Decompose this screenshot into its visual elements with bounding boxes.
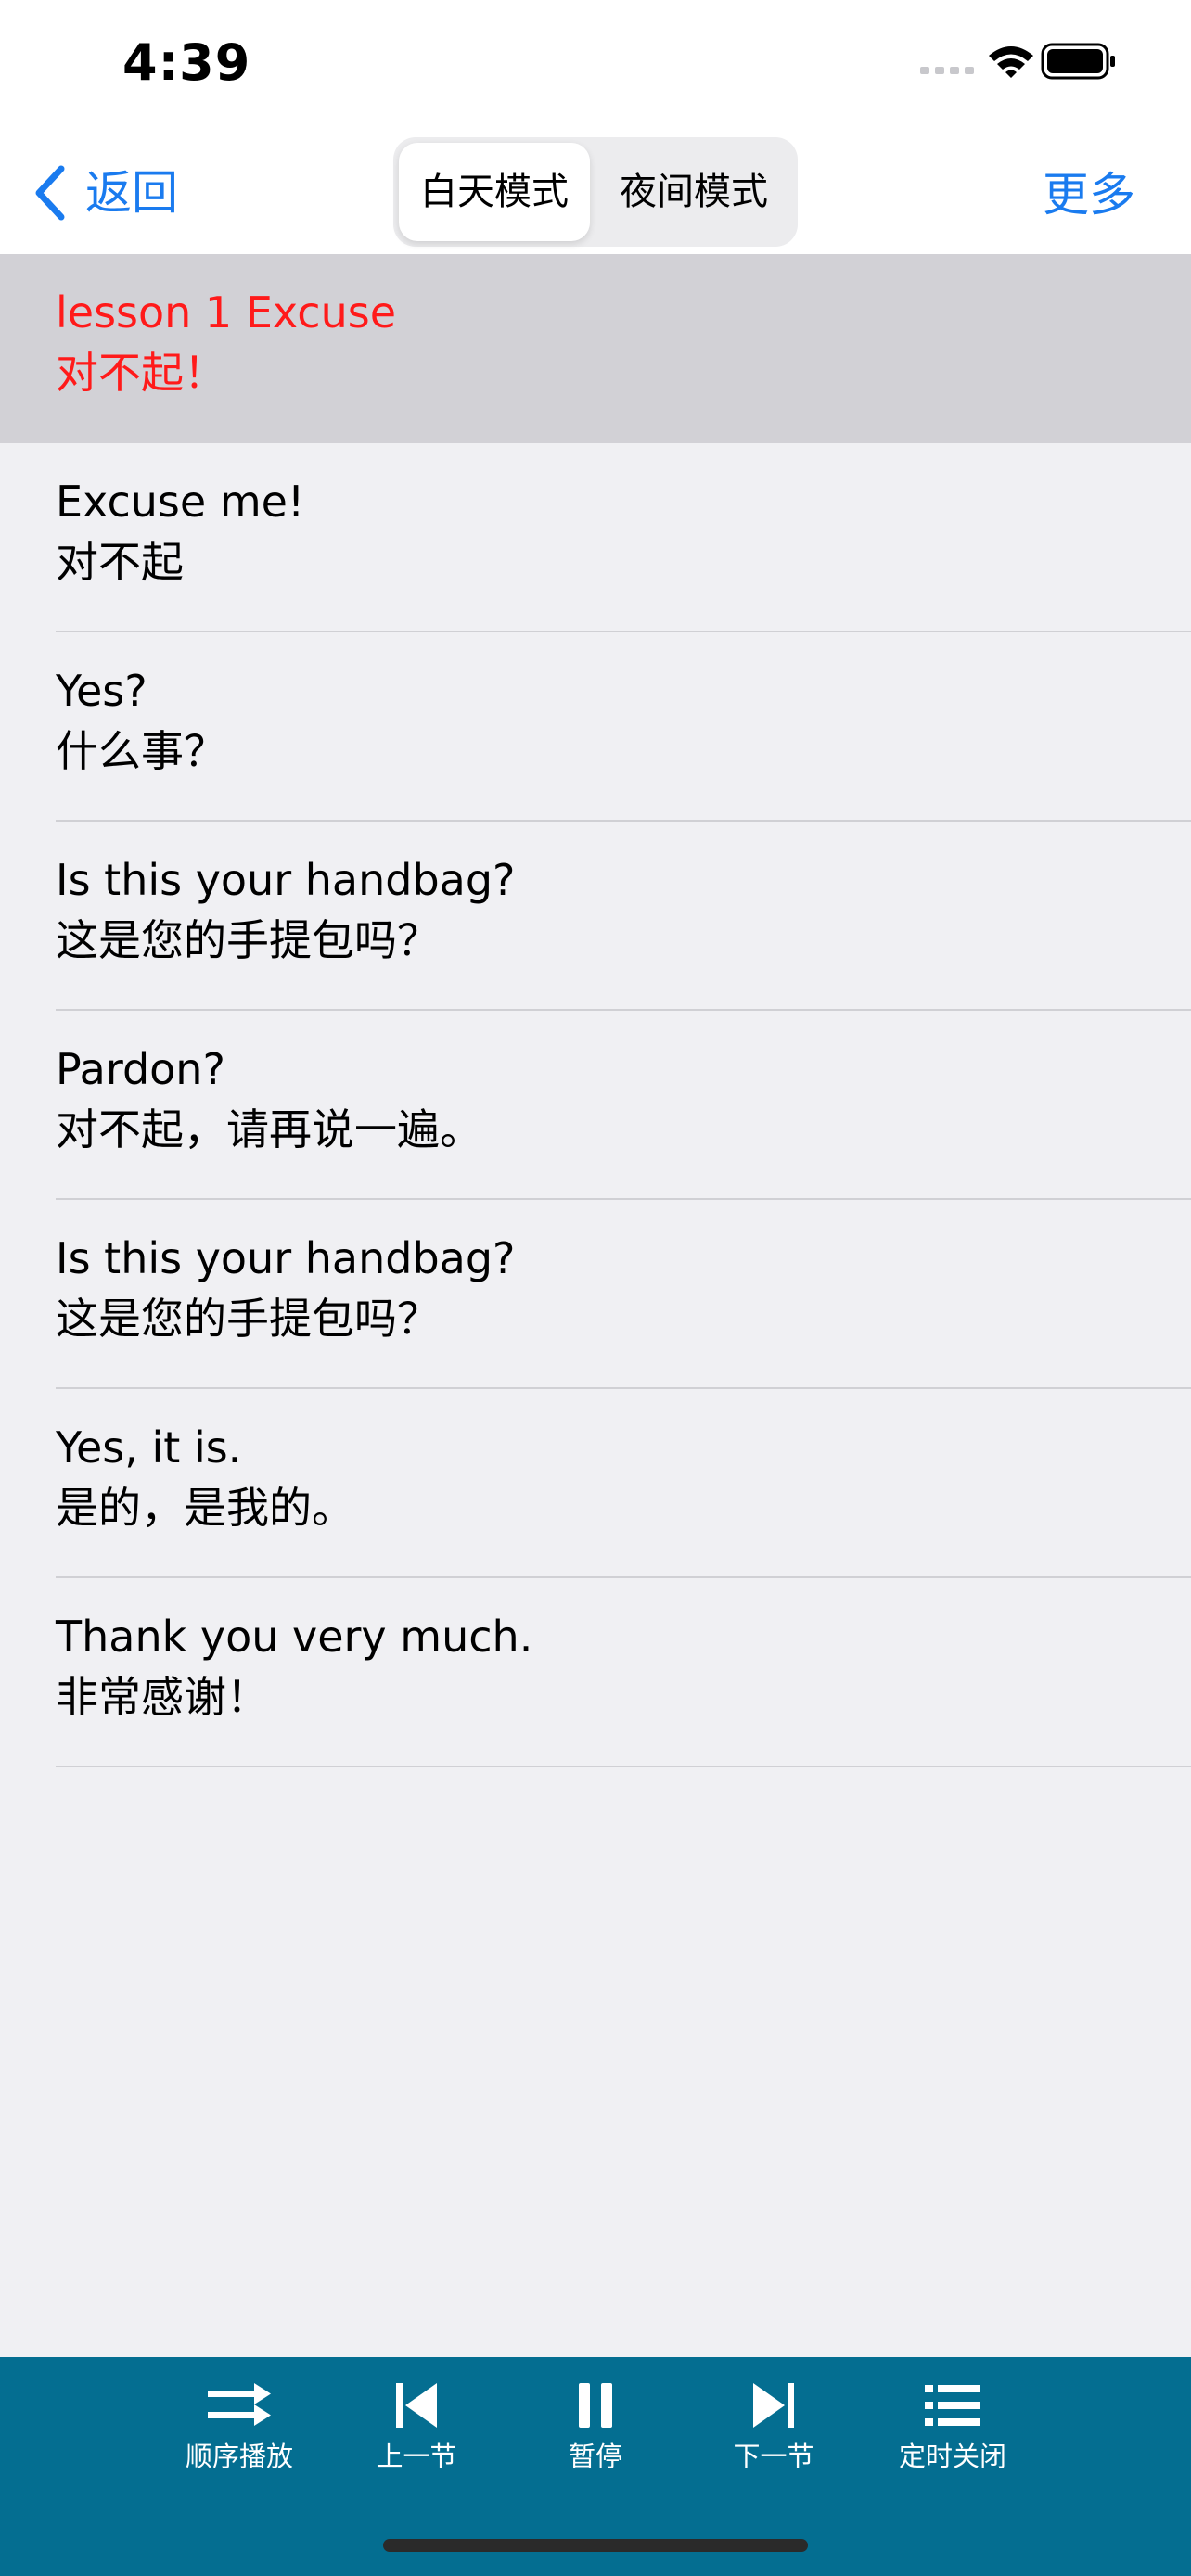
chevron-left-icon [35, 165, 65, 221]
sentence-chinese: 什么事？ [56, 726, 226, 776]
list-item[interactable]: Yes, it is. 是的，是我的。 [0, 1389, 1191, 1578]
list-item[interactable]: Excuse me! 对不起 [0, 443, 1191, 632]
list-item[interactable]: Is this your handbag? 这是您的手提包吗？ [0, 822, 1191, 1011]
sentence-chinese: 对不起 [56, 537, 184, 587]
sentence-list: Excuse me! 对不起 Yes? 什么事？ Is this your ha… [0, 443, 1191, 1767]
next-track-icon [753, 2383, 794, 2428]
lesson-subtitle: 对不起！ [56, 348, 226, 398]
sentence-chinese: 非常感谢！ [56, 1672, 269, 1722]
pause-button[interactable]: 暂停 [526, 2381, 665, 2502]
pause-icon [579, 2383, 612, 2428]
nav-bar: 返回 白天模式 夜间模式 更多 [0, 130, 1191, 254]
cellular-signal-icon [920, 67, 974, 74]
segment-day-mode[interactable]: 白天模式 [399, 143, 590, 241]
list-item[interactable]: Thank you very much. 非常感谢！ [0, 1578, 1191, 1767]
play-order-button[interactable]: 顺序播放 [170, 2381, 309, 2502]
previous-section-button[interactable]: 上一节 [347, 2381, 486, 2502]
list-icon [925, 2385, 980, 2426]
list-item[interactable]: Yes? 什么事？ [0, 632, 1191, 822]
back-button[interactable]: 返回 [33, 156, 178, 230]
sentence-english: Yes, it is. [56, 1422, 242, 1473]
timer-off-label: 定时关闭 [898, 2441, 1006, 2472]
home-indicator[interactable] [383, 2539, 808, 2552]
shuffle-arrows-icon [208, 2383, 271, 2426]
previous-track-icon [396, 2383, 437, 2428]
more-button[interactable]: 更多 [1043, 158, 1135, 232]
back-label: 返回 [85, 166, 178, 220]
sentence-chinese: 是的，是我的。 [56, 1483, 354, 1533]
status-time: 4:39 [122, 33, 251, 92]
sentence-english: Pardon? [56, 1044, 225, 1094]
battery-icon [1041, 43, 1115, 80]
play-order-label: 顺序播放 [185, 2441, 293, 2472]
sentence-english: Is this your handbag? [56, 1233, 516, 1283]
timer-off-button[interactable]: 定时关闭 [883, 2381, 1022, 2502]
status-bar: 4:39 [0, 0, 1191, 130]
lesson-title: lesson 1 Excuse [56, 287, 397, 338]
lesson-header[interactable]: lesson 1 Excuse 对不起！ [0, 254, 1191, 443]
segment-night-mode[interactable]: 夜间模式 [596, 143, 792, 241]
sentence-english: Is this your handbag? [56, 855, 516, 905]
sentence-chinese: 对不起，请再说一遍。 [56, 1104, 482, 1154]
list-item[interactable]: Is this your handbag? 这是您的手提包吗？ [0, 1200, 1191, 1389]
next-section-button[interactable]: 下一节 [704, 2381, 843, 2502]
row-divider [56, 1766, 1191, 1767]
previous-section-label: 上一节 [376, 2441, 457, 2472]
sentence-chinese: 这是您的手提包吗？ [56, 1294, 440, 1344]
mode-segmented-control: 白天模式 夜间模式 [393, 137, 798, 247]
next-section-label: 下一节 [733, 2441, 814, 2472]
list-item[interactable]: Pardon? 对不起，请再说一遍。 [0, 1011, 1191, 1200]
pause-label: 暂停 [568, 2441, 622, 2472]
sentence-english: Thank you very much. [56, 1612, 533, 1662]
wifi-icon [989, 46, 1033, 78]
sentence-english: Excuse me! [56, 477, 305, 527]
sentence-chinese: 这是您的手提包吗？ [56, 915, 440, 965]
sentence-english: Yes? [56, 666, 147, 716]
